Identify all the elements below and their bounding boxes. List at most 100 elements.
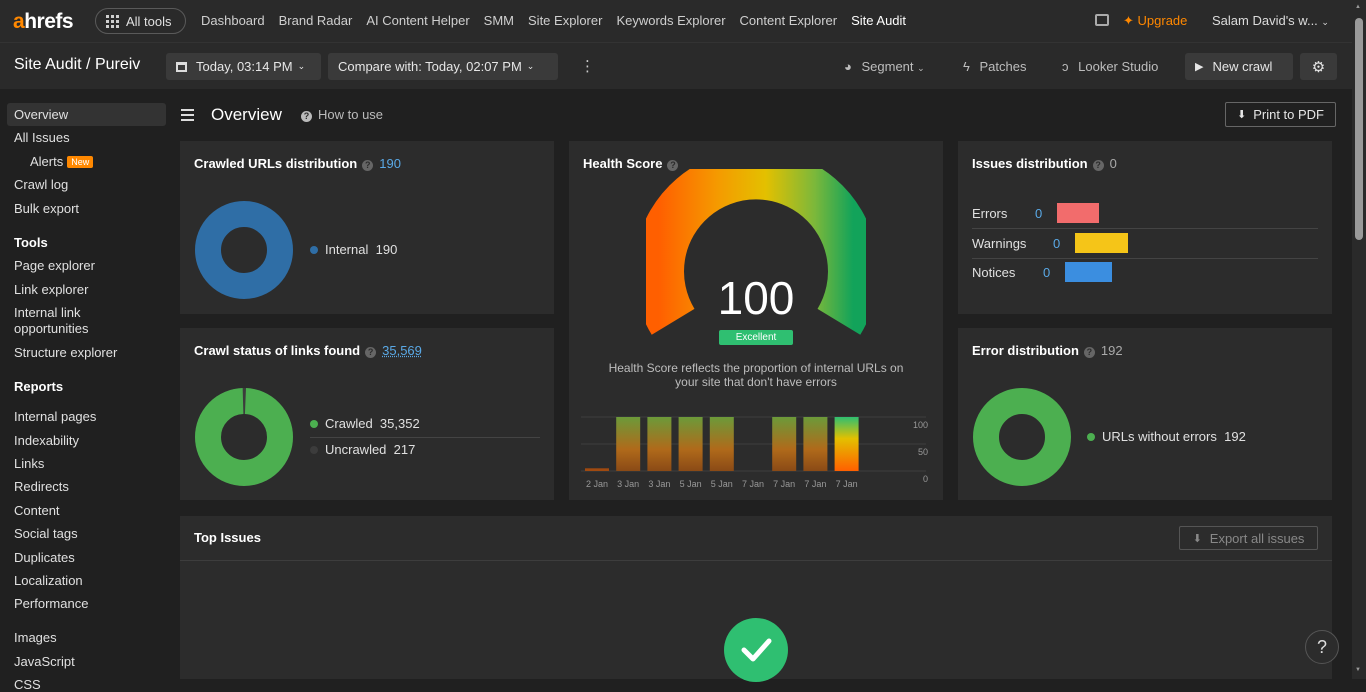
divider bbox=[310, 437, 540, 438]
issue-row[interactable]: Errors 0 bbox=[972, 203, 1318, 223]
scrollbar[interactable]: ▲ ▼ bbox=[1352, 0, 1366, 679]
crawled-urls-count[interactable]: 190 bbox=[379, 156, 401, 171]
scrollbar-thumb[interactable] bbox=[1355, 18, 1363, 240]
upgrade-link[interactable]: ✦ Upgrade bbox=[1123, 13, 1187, 29]
sidebar-item-internal-link-opportunities[interactable]: Internal link opportunities bbox=[14, 305, 124, 337]
sidebar-item-bulk-export[interactable]: Bulk export bbox=[14, 201, 79, 216]
legend-uncrawled[interactable]: Uncrawled 217 bbox=[310, 442, 415, 457]
y-tick-label: 0 bbox=[923, 474, 928, 484]
sidebar-item-overview[interactable]: Overview bbox=[14, 107, 68, 122]
nav-link[interactable]: Brand Radar bbox=[279, 13, 353, 28]
settings-button[interactable]: ⚙ bbox=[1300, 53, 1337, 80]
sidebar-item-report[interactable]: Indexability bbox=[14, 433, 79, 448]
patches-button[interactable]: ϟ Patches bbox=[963, 59, 1027, 74]
sidebar-item-report[interactable]: Images bbox=[14, 630, 57, 645]
sidebar-item-report[interactable]: Performance bbox=[14, 596, 88, 611]
legend-internal[interactable]: Internal 190 bbox=[310, 242, 397, 257]
new-crawl-button[interactable]: ▶ New crawl bbox=[1185, 53, 1293, 80]
sidebar-item-report[interactable]: Internal pages bbox=[14, 409, 96, 424]
reports-heading: Reports bbox=[14, 379, 64, 394]
compare-button[interactable]: Compare with: Today, 02:07 PM ⌄ bbox=[328, 53, 558, 80]
issue-value: 0 bbox=[1035, 206, 1043, 221]
nav-link[interactable]: Site Explorer bbox=[528, 13, 602, 28]
help-button[interactable]: ? bbox=[1305, 630, 1339, 664]
site-audit-toolbar: Site Audit / Pureiv Today, 03:14 PM ⌄ Com… bbox=[0, 42, 1352, 89]
issue-label: Warnings bbox=[972, 236, 1027, 251]
sidebar-item-page-explorer[interactable]: Page explorer bbox=[14, 258, 95, 273]
nav-link[interactable]: Site Audit bbox=[851, 13, 906, 28]
sidebar-item-report[interactable]: Duplicates bbox=[14, 550, 75, 565]
nav-link[interactable]: SMM bbox=[484, 13, 514, 28]
legend-urls-without-errors[interactable]: URLs without errors 192 bbox=[1087, 429, 1246, 444]
date-picker-button[interactable]: Today, 03:14 PM ⌄ bbox=[166, 53, 321, 80]
x-tick-label: 5 Jan bbox=[711, 479, 733, 489]
health-description: Health Score reflects the proportion of … bbox=[608, 361, 904, 389]
looker-icon: ↄ bbox=[1062, 59, 1069, 74]
issues-distribution-card: Issues distribution? 0 Errors 0 Warnings 0 No… bbox=[958, 141, 1332, 314]
card-title: Top Issues bbox=[194, 530, 261, 545]
all-tools-button[interactable]: All tools bbox=[95, 8, 186, 34]
card-title: Crawled URLs distribution? 190 bbox=[194, 156, 401, 171]
help-icon[interactable]: ? bbox=[1092, 160, 1104, 171]
sidebar-item-report[interactable]: Redirects bbox=[14, 479, 69, 494]
legend-dot bbox=[1087, 433, 1095, 441]
card-title: Crawl status of links found? 35,569 bbox=[194, 343, 422, 358]
links-found-count[interactable]: 35,569 bbox=[382, 343, 422, 358]
sidebar-item-link-explorer[interactable]: Link explorer bbox=[14, 282, 88, 297]
gear-icon: ⚙ bbox=[1311, 58, 1326, 76]
print-to-pdf-button[interactable]: ⬇ Print to PDF bbox=[1225, 102, 1336, 127]
crawl-status-card: Crawl status of links found? 35,569 Crawl… bbox=[180, 328, 554, 500]
scroll-up-icon[interactable]: ▲ bbox=[1355, 4, 1361, 10]
chevron-down-icon: ⌄ bbox=[1321, 17, 1329, 27]
help-icon[interactable]: ? bbox=[1083, 347, 1095, 358]
issue-row[interactable]: Warnings 0 bbox=[972, 233, 1318, 253]
chart-bar bbox=[585, 468, 609, 471]
sidebar-item-all-issues[interactable]: All Issues bbox=[14, 130, 70, 145]
nav-link[interactable]: Dashboard bbox=[201, 13, 265, 28]
error-distribution-card: Error distribution? 192 URLs without erro… bbox=[958, 328, 1332, 500]
menu-icon[interactable] bbox=[181, 109, 194, 121]
ahrefs-logo[interactable]: ahrefs bbox=[13, 10, 74, 34]
sidebar-item-report[interactable]: Social tags bbox=[14, 526, 78, 541]
nav-link[interactable]: AI Content Helper bbox=[366, 13, 469, 28]
export-all-issues-button[interactable]: ⬇ Export all issues bbox=[1179, 526, 1318, 550]
bolt-icon: ϟ bbox=[963, 59, 970, 74]
sidebar-item-alerts[interactable]: Alerts New bbox=[30, 154, 94, 169]
how-to-use-link[interactable]: ? How to use bbox=[301, 107, 383, 122]
issue-value: 0 bbox=[1053, 236, 1061, 251]
crawl-status-donut bbox=[195, 388, 293, 486]
sidebar-item-report[interactable]: Localization bbox=[14, 573, 83, 588]
donut-slice-no-errors bbox=[973, 388, 1071, 486]
nav-link[interactable]: Content Explorer bbox=[740, 13, 838, 28]
health-score-card: Health Score? 100 Excellent Health Score… bbox=[569, 141, 943, 500]
sidebar-item-report[interactable]: CSS bbox=[14, 677, 41, 692]
legend-crawled[interactable]: Crawled 35,352 bbox=[310, 416, 420, 431]
help-icon[interactable]: ? bbox=[365, 347, 377, 358]
chart-bar bbox=[678, 417, 703, 471]
sidebar-item-report[interactable]: Content bbox=[14, 503, 60, 518]
account-menu[interactable]: Salam David's w... ⌄ bbox=[1212, 13, 1329, 28]
more-options-icon[interactable]: ⋮ bbox=[580, 57, 595, 75]
chart-bar bbox=[834, 417, 859, 471]
nav-link[interactable]: Keywords Explorer bbox=[616, 13, 725, 28]
segment-button[interactable]: ◕ Segment ⌄ bbox=[844, 59, 925, 74]
crawled-urls-donut bbox=[195, 201, 293, 299]
sidebar-item-report[interactable]: Links bbox=[14, 456, 44, 471]
download-icon: ⬇ bbox=[1192, 532, 1202, 545]
help-icon[interactable]: ? bbox=[362, 160, 374, 171]
health-history-chart: 2 Jan 3 Jan 3 Jan 5 Jan 5 Jan 7 Jan 7 Jan 7 Jan… bbox=[581, 416, 928, 489]
scroll-down-icon[interactable]: ▼ bbox=[1355, 667, 1361, 673]
error-distribution-donut bbox=[973, 388, 1071, 486]
sidebar-item-crawl-log[interactable]: Crawl log bbox=[14, 177, 68, 192]
issue-row[interactable]: Notices 0 bbox=[972, 262, 1318, 282]
crawled-urls-card: Crawled URLs distribution? 190 Internal 1… bbox=[180, 141, 554, 314]
legend-dot bbox=[310, 446, 318, 454]
monitor-icon[interactable] bbox=[1095, 14, 1109, 26]
sidebar-item-report[interactable]: JavaScript bbox=[14, 654, 75, 669]
chevron-down-icon: ⌄ bbox=[297, 61, 306, 71]
legend-dot bbox=[310, 420, 318, 428]
issue-label: Notices bbox=[972, 265, 1016, 280]
sidebar-item-structure-explorer[interactable]: Structure explorer bbox=[14, 345, 117, 360]
x-tick-label: 7 Jan bbox=[804, 479, 826, 489]
looker-studio-button[interactable]: ↄ Looker Studio bbox=[1062, 59, 1158, 74]
